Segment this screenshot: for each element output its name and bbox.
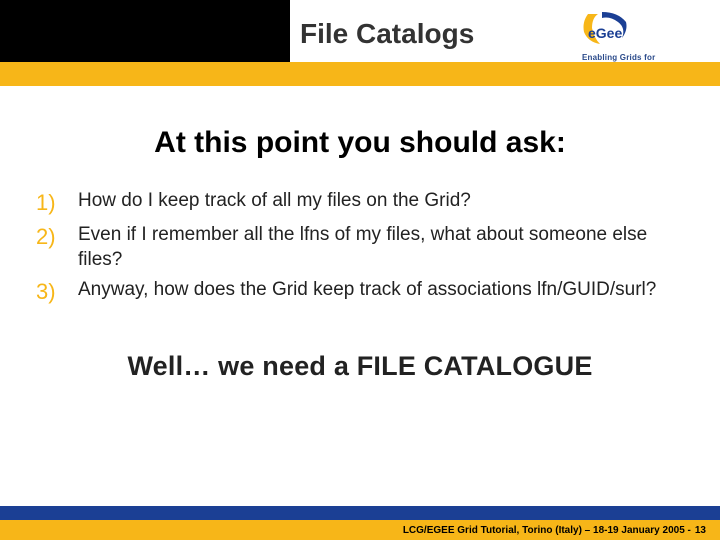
list-item: How do I keep track of all my files on t… <box>78 188 684 214</box>
list-item: Anyway, how does the Grid keep track of … <box>78 277 684 303</box>
page-number: 13 <box>695 525 706 536</box>
list-number: 1) <box>36 188 78 218</box>
egee-logo-icon: eGee <box>578 8 632 53</box>
svg-text:eGee: eGee <box>588 25 622 41</box>
footer-text: LCG/EGEE Grid Tutorial, Torino (Italy) –… <box>403 525 691 536</box>
content-heading: At this point you should ask: <box>36 126 684 160</box>
footer-yellow-band: LCG/EGEE Grid Tutorial, Torino (Italy) –… <box>0 520 720 540</box>
content-area: At this point you should ask: 1) How do … <box>0 86 720 382</box>
slide: File Catalogs eGee Enabling Grids for E-… <box>0 0 720 540</box>
conclusion-text: Well… we need a FILE CATALOGUE <box>36 351 684 382</box>
list-item: Even if I remember all the lfns of my fi… <box>78 222 684 273</box>
numbered-list: 1) How do I keep track of all my files o… <box>36 188 684 307</box>
list-number: 3) <box>36 277 78 307</box>
list-number: 2) <box>36 222 78 252</box>
header-accent-box <box>0 0 290 62</box>
logo-tagline-line1: Enabling Grids for <box>582 53 655 62</box>
header: File Catalogs eGee Enabling Grids for E-… <box>0 0 720 86</box>
footer: LCG/EGEE Grid Tutorial, Torino (Italy) –… <box>0 506 720 540</box>
header-yellow-band <box>0 62 720 86</box>
logo-area: eGee Enabling Grids for E-science in Eur… <box>578 8 708 68</box>
footer-blue-band <box>0 506 720 520</box>
slide-title: File Catalogs <box>300 18 474 50</box>
